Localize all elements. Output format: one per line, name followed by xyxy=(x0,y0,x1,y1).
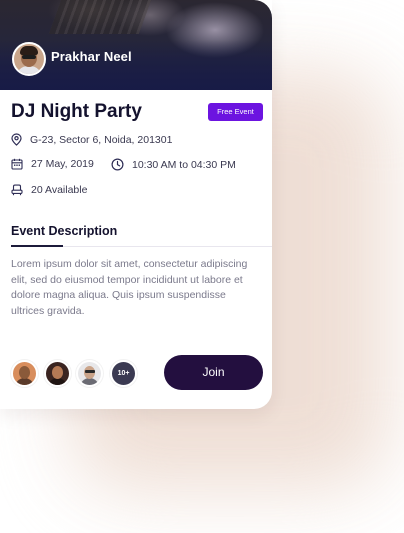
attendee-avatar[interactable] xyxy=(76,360,103,387)
event-address: G-23, Sector 6, Noida, 201301 xyxy=(30,133,173,146)
address-row: G-23, Sector 6, Noida, 201301 xyxy=(11,133,172,146)
event-title: DJ Night Party xyxy=(11,101,142,122)
event-card: Prakhar Neel DJ Night Party Free Event G… xyxy=(0,0,272,409)
calendar-icon xyxy=(11,158,23,170)
host-avatar[interactable] xyxy=(12,42,46,76)
event-hero-image: Prakhar Neel xyxy=(0,0,272,90)
dj-mixer-graphic xyxy=(48,0,152,34)
host-avatar-hair xyxy=(20,46,38,55)
more-attendees-count[interactable]: 10+ xyxy=(110,360,137,387)
host-avatar-glasses xyxy=(22,55,36,59)
seats-row: 20 Available xyxy=(11,184,87,196)
attendee-avatar[interactable] xyxy=(44,360,71,387)
time-row: 10:30 AM to 04:30 PM xyxy=(111,158,236,171)
host-name[interactable]: Prakhar Neel xyxy=(51,49,132,64)
description-heading[interactable]: Event Description xyxy=(11,224,117,238)
attendee-body xyxy=(15,378,34,385)
clock-icon xyxy=(111,158,124,171)
attendee-face xyxy=(52,366,63,379)
join-button[interactable]: Join xyxy=(164,355,263,390)
location-pin-icon xyxy=(11,133,22,146)
event-time: 10:30 AM to 04:30 PM xyxy=(132,158,236,171)
attendee-glasses xyxy=(85,370,95,373)
attendee-avatar[interactable] xyxy=(11,360,38,387)
event-date: 27 May, 2019 xyxy=(31,158,94,170)
attendee-body xyxy=(48,378,67,385)
attendee-body xyxy=(80,378,99,385)
free-event-badge: Free Event xyxy=(208,103,263,121)
event-description: Lorem ipsum dolor sit amet, consectetur … xyxy=(11,258,248,317)
date-row: 27 May, 2019 xyxy=(11,158,94,170)
seat-icon xyxy=(11,184,23,196)
seats-available: 20 Available xyxy=(31,184,88,196)
attendee-face xyxy=(19,366,30,379)
active-tab-underline xyxy=(11,245,63,247)
